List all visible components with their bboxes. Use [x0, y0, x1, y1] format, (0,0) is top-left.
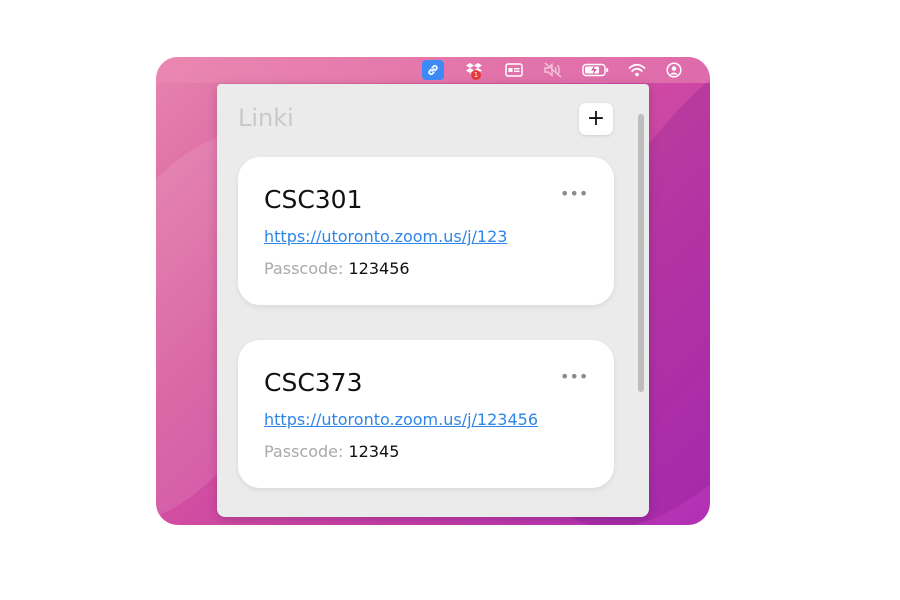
- passcode-value: 123456: [348, 259, 410, 278]
- meeting-link[interactable]: https://utoronto.zoom.us/j/123456: [264, 410, 538, 429]
- link-icon[interactable]: [422, 60, 444, 80]
- app-title: Linki: [238, 104, 294, 132]
- meeting-title: CSC301: [264, 185, 363, 214]
- wifi-icon[interactable]: [626, 60, 648, 80]
- notification-badge: 1: [471, 70, 481, 80]
- passcode-row: Passcode: 123456: [264, 259, 410, 278]
- dropbox-icon[interactable]: 1: [463, 60, 485, 80]
- more-options-icon[interactable]: •••: [560, 186, 588, 205]
- scrollbar[interactable]: [638, 114, 644, 392]
- meeting-title: CSC373: [264, 368, 363, 397]
- add-link-button[interactable]: +: [579, 103, 613, 135]
- menu-bar: 1: [156, 57, 710, 83]
- passcode-row: Passcode: 12345: [264, 442, 399, 461]
- battery-charging-icon[interactable]: [580, 60, 612, 80]
- meeting-card: CSC301 ••• https://utoronto.zoom.us/j/12…: [238, 157, 614, 305]
- meeting-card: CSC373 ••• https://utoronto.zoom.us/j/12…: [238, 340, 614, 488]
- meeting-link[interactable]: https://utoronto.zoom.us/j/123: [264, 227, 507, 246]
- passcode-label: Passcode:: [264, 442, 344, 461]
- card-icon[interactable]: [503, 60, 525, 80]
- passcode-label: Passcode:: [264, 259, 344, 278]
- mute-icon[interactable]: [541, 60, 565, 80]
- more-options-icon[interactable]: •••: [560, 369, 588, 388]
- scrollbar-thumb[interactable]: [638, 114, 644, 392]
- linki-popover: Linki + CSC301 ••• https://utoronto.zoom…: [217, 84, 649, 517]
- user-circle-icon[interactable]: [663, 60, 685, 80]
- passcode-value: 12345: [348, 442, 400, 461]
